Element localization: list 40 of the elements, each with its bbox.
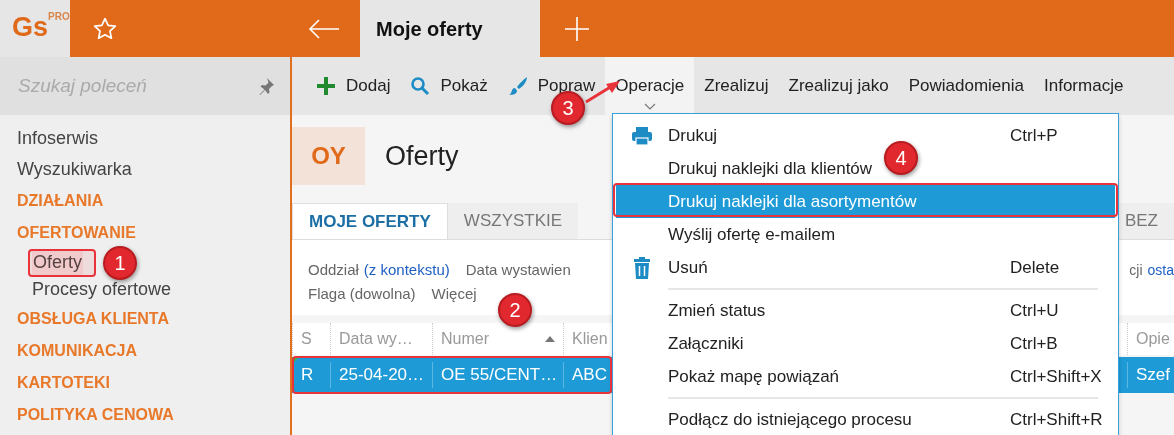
edition-label: PRO <box>48 12 70 22</box>
plus-icon <box>316 76 336 96</box>
toolbar-button[interactable]: Dodaj <box>306 57 401 115</box>
table-cell: Szef <box>1127 362 1174 388</box>
toolbar-button[interactable]: Pokaż <box>400 57 498 115</box>
brush-icon <box>507 76 528 96</box>
chevron-down-icon <box>643 103 656 110</box>
module-badge: OY <box>292 127 365 185</box>
document-tab[interactable]: Moje oferty <box>360 0 540 57</box>
filter-label: Więcej <box>431 284 477 304</box>
sidebar-item[interactable]: Wyszukiwarka <box>17 154 132 185</box>
filter-label: Oddział <box>308 260 359 280</box>
filter-link[interactable]: osta <box>1147 258 1174 282</box>
trash-icon <box>633 256 651 279</box>
table-cell: R <box>292 362 330 388</box>
filter-label: Data wystawien <box>465 260 571 280</box>
view-tab[interactable]: MOJE OFERTY <box>292 203 448 239</box>
app-logo: Gs <box>12 14 49 41</box>
table-cell: 25-04-20… <box>330 362 432 388</box>
highlight-outline <box>28 249 96 277</box>
view-tab[interactable]: WSZYSTKIE <box>447 203 579 239</box>
back-arrow-icon[interactable] <box>308 18 340 39</box>
sidebar-item[interactable]: Infoserwis <box>17 123 99 154</box>
toolbar-button[interactable]: Zrealizuj <box>694 57 779 115</box>
menu-item[interactable]: Podłącz do istniejącego procesu Ctrl+Shift+R <box>616 403 1115 435</box>
page-title: Oferty <box>385 139 459 173</box>
filter-label: Flaga (dowolna) <box>308 284 416 304</box>
menu-item[interactable]: Usuń Delete <box>616 251 1115 284</box>
search-icon <box>410 76 431 96</box>
toolbar-button[interactable]: Powiadomienia <box>898 57 1034 115</box>
table-cell: OE 55/CENT… <box>432 362 563 388</box>
toolbar-button[interactable]: Zrealizuj jako <box>778 57 899 115</box>
toolbar-button[interactable]: Operacje <box>605 57 695 115</box>
sidebar-item[interactable]: Oferty <box>32 249 83 276</box>
filter-link[interactable]: (z kontekstu) <box>363 258 450 282</box>
star-icon[interactable] <box>92 15 118 42</box>
toolbar-button[interactable]: Informacje <box>1034 57 1134 115</box>
filter-label: cji <box>1129 261 1143 280</box>
plus-icon[interactable] <box>564 15 590 42</box>
printer-icon <box>631 125 653 146</box>
